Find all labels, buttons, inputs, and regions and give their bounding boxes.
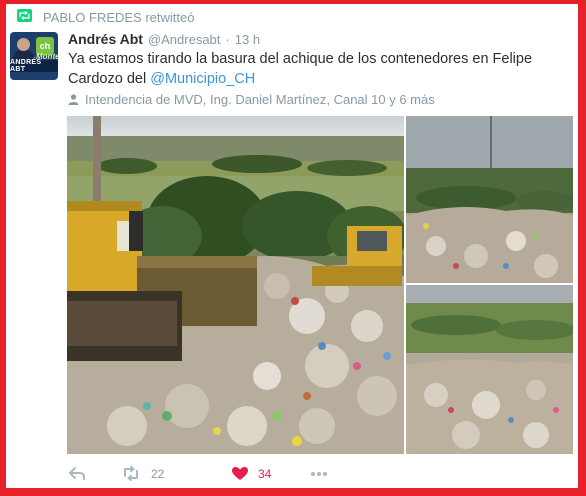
tagged-location[interactable]: Intendencia de MVD, Ing. Daniel Martínez… [68, 91, 435, 107]
tweet-header: Andrés Abt @Andresabt · 13 h [68, 30, 260, 48]
avatar-band: ANDRÉS ABT [10, 59, 58, 73]
mention-link[interactable]: @Municipio_CH [150, 71, 255, 87]
avatar[interactable]: ch Monte ANDRÉS ABT [10, 32, 58, 80]
location-text: Intendencia de MVD, Ing. Daniel Martínez… [85, 91, 435, 107]
tweet-timestamp[interactable]: 13 h [235, 32, 260, 47]
tweet-text: Ya estamos tirando la basura del achique… [68, 50, 568, 89]
retweet-icon [124, 466, 138, 481]
more-icon [311, 472, 327, 476]
photo-bulldozer[interactable] [67, 116, 404, 454]
retweet-button[interactable]: 22 [122, 466, 164, 481]
author-name[interactable]: Andrés Abt [68, 31, 143, 47]
author-handle[interactable]: @Andresabt [148, 32, 220, 47]
separator-dot: · [225, 31, 230, 47]
tweet-text-body: Ya estamos tirando la basura del achique… [68, 51, 533, 87]
retweet-banner-text[interactable]: PABLO FREDES retwitteó [43, 10, 194, 25]
retweet-count: 22 [151, 466, 165, 481]
more-button[interactable] [310, 466, 328, 481]
photo-landfill-2[interactable] [406, 285, 573, 454]
retweet-icon [17, 9, 32, 22]
media-grid [67, 116, 573, 454]
reply-button[interactable] [68, 466, 86, 481]
reply-icon [69, 467, 85, 480]
retweet-banner: PABLO FREDES retwitteó [17, 9, 194, 25]
like-button[interactable]: 34 [231, 466, 271, 481]
photo-landfill-1[interactable] [406, 116, 573, 283]
like-count: 34 [258, 466, 272, 481]
location-pin-icon [68, 93, 79, 105]
heart-icon [232, 467, 248, 480]
tweet-card[interactable]: PABLO FREDES retwitteó ch Monte ANDRÉS A… [6, 4, 578, 488]
